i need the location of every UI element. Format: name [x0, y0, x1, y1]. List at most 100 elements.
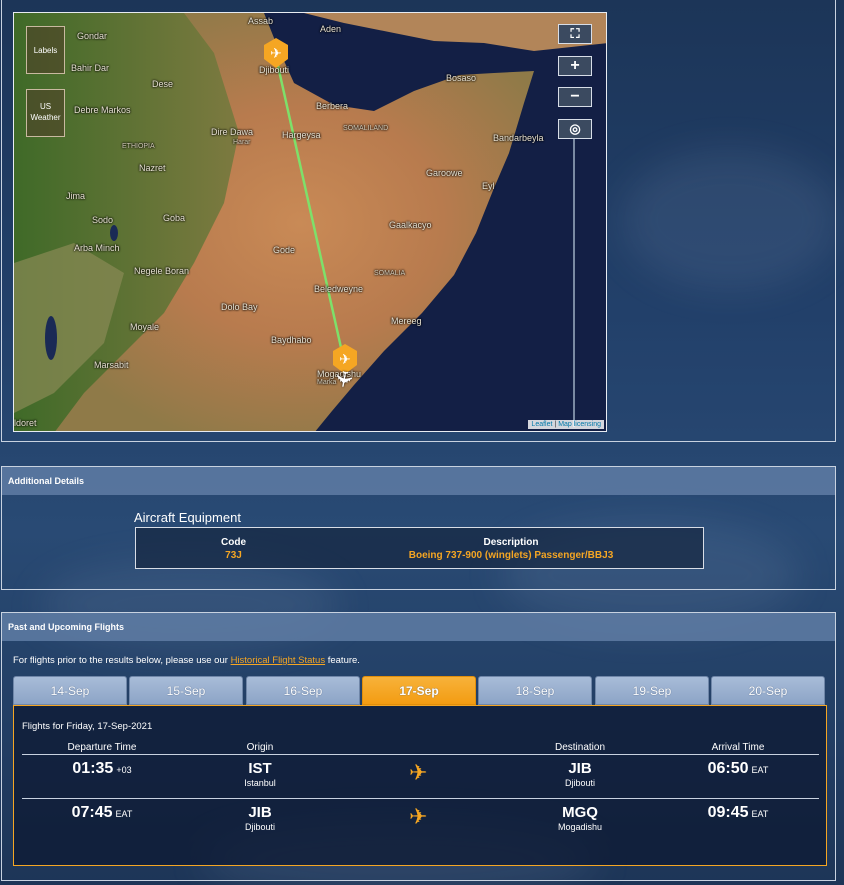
arrival-time-header: Arrival Time: [711, 742, 765, 753]
svg-text:✈: ✈: [270, 46, 282, 62]
map-label: Sodo: [92, 215, 114, 225]
arrival-timezone: EAT: [751, 809, 769, 819]
additional-details-panel: Additional Details Aircraft Equipment Co…: [1, 466, 836, 590]
destination-code: MGQ: [562, 804, 598, 821]
arrival-time-value: 06:50: [707, 760, 749, 777]
flights-list: Flights for Friday, 17-Sep-2021 Departur…: [13, 705, 827, 866]
map-label: Goba: [163, 213, 186, 223]
map-label: Aden: [320, 24, 342, 34]
map-label: Moyale: [130, 322, 160, 332]
tab-18-sep[interactable]: 18-Sep: [478, 676, 592, 705]
departure-time-value: 01:35: [72, 760, 114, 777]
map-licensing-link[interactable]: Map licensing: [558, 421, 601, 428]
aircraft-equipment-table: Code 73J Description Boeing 737-900 (win…: [135, 527, 704, 569]
map-label: SOMALIA: [374, 270, 406, 277]
map-label: Jima: [66, 191, 86, 201]
map-label: Assab: [248, 16, 274, 26]
origin-code: JIB: [248, 804, 272, 821]
map-attribution: Leaflet | Map licensing: [528, 420, 604, 429]
departure-timezone: EAT: [115, 809, 133, 819]
row2-arrival-time: 09:45 EAT: [678, 804, 798, 822]
labels-toggle-label: Labels: [33, 46, 58, 55]
fullscreen-icon[interactable]: ⛶: [558, 24, 592, 44]
map-label: Gode: [273, 245, 296, 255]
zoom-out-button[interactable]: −: [558, 87, 592, 107]
tab-19-sep[interactable]: 19-Sep: [595, 676, 709, 705]
flights-date-heading: Flights for Friday, 17-Sep-2021: [22, 721, 153, 732]
map-label: Bandarbeyla: [493, 133, 544, 143]
destination-header: Destination: [554, 742, 606, 753]
row1-destination[interactable]: JIB Djibouti: [530, 760, 630, 788]
map-label: ldoret: [14, 418, 37, 428]
map-label: Dire Dawa: [211, 127, 254, 137]
aircraft-equipment-title: Aircraft Equipment: [134, 510, 241, 525]
origin-code: IST: [248, 760, 272, 777]
map-label: Gaalkacyo: [389, 220, 432, 230]
date-tabs: 14-Sep 15-Sep 16-Sep 17-Sep 18-Sep 19-Se…: [13, 676, 827, 706]
map-label: Negele Boran: [134, 266, 190, 276]
historical-note: For flights prior to the results below, …: [13, 655, 360, 666]
plane-icon: ✈: [409, 804, 428, 829]
zoom-slider-track[interactable]: [573, 127, 575, 427]
departure-airport-marker[interactable]: ✈: [263, 37, 289, 69]
code-header: Code: [221, 537, 246, 548]
map-label: Bosaso: [446, 73, 477, 83]
header-divider: [22, 754, 819, 755]
historical-flight-status-link[interactable]: Historical Flight Status: [231, 655, 326, 666]
arrival-timezone: EAT: [751, 765, 769, 775]
row1-origin[interactable]: IST Istanbul: [210, 760, 310, 788]
row2-origin[interactable]: JIB Djibouti: [210, 804, 310, 832]
map-label: Nazret: [139, 163, 166, 173]
description-value: Boeing 737-900 (winglets) Passenger/BBJ3: [408, 550, 614, 561]
tab-17-sep[interactable]: 17-Sep: [362, 676, 476, 705]
row-divider: [22, 798, 819, 799]
departure-timezone: +03: [116, 765, 132, 775]
map-label: Baydhabo: [271, 335, 312, 345]
row2-departure-time: 07:45 EAT: [42, 804, 162, 822]
map-label: Mereeg: [391, 316, 422, 326]
row1-arrival-time: 06:50 EAT: [678, 760, 798, 778]
map-label: Marsabit: [94, 360, 129, 370]
tab-16-sep[interactable]: 16-Sep: [246, 676, 360, 705]
us-weather-toggle-button[interactable]: US Weather: [26, 89, 65, 137]
svg-text:✈: ✈: [339, 352, 351, 368]
note-suffix: feature.: [325, 655, 360, 666]
map-label: SOMALILAND: [343, 125, 389, 132]
map-label: Eyl: [482, 181, 495, 191]
labels-toggle-button[interactable]: Labels: [26, 26, 65, 74]
origin-header: Origin: [246, 742, 274, 753]
arrival-time-value: 09:45: [707, 804, 749, 821]
map-label: Dese: [152, 79, 174, 89]
destination-code: JIB: [568, 760, 592, 777]
map-label: Garoowe: [426, 168, 463, 178]
zoom-in-button[interactable]: +: [558, 56, 592, 76]
destination-city: Mogadishu: [557, 822, 603, 832]
equipment-code-column: Code 73J: [196, 537, 271, 561]
note-prefix: For flights prior to the results below, …: [13, 655, 231, 666]
tab-14-sep[interactable]: 14-Sep: [13, 676, 127, 705]
plane-icon: ✈: [409, 760, 428, 785]
locate-icon[interactable]: ◎: [558, 119, 592, 139]
flight-map[interactable]: Assab Aden Gondar Djibouti Bahir Dar Des…: [13, 12, 607, 432]
map-label: Arba Minch: [74, 243, 120, 253]
weather-label-line1: US: [39, 102, 52, 111]
map-label: Berbera: [316, 101, 349, 111]
departure-time-value: 07:45: [71, 804, 113, 821]
map-label: Hargeysa: [282, 130, 321, 140]
row1-departure-time: 01:35 +03: [42, 760, 162, 778]
description-header: Description: [483, 537, 539, 548]
code-value: 73J: [225, 550, 242, 561]
departure-time-header: Departure Time: [67, 742, 137, 753]
map-label: Debre Markos: [74, 105, 131, 115]
map-label: Dolo Bay: [221, 302, 258, 312]
map-label: Bahir Dar: [71, 63, 110, 73]
leaflet-link[interactable]: Leaflet: [531, 421, 552, 428]
origin-city: Djibouti: [244, 822, 275, 832]
flights-panel: Past and Upcoming Flights For flights pr…: [1, 612, 836, 881]
tab-15-sep[interactable]: 15-Sep: [129, 676, 243, 705]
weather-label-line2: Weather: [30, 113, 61, 122]
row2-destination[interactable]: MGQ Mogadishu: [530, 804, 630, 832]
tab-20-sep[interactable]: 20-Sep: [711, 676, 825, 705]
map-label: Harar: [233, 139, 251, 146]
map-panel: Assab Aden Gondar Djibouti Bahir Dar Des…: [1, 0, 836, 442]
